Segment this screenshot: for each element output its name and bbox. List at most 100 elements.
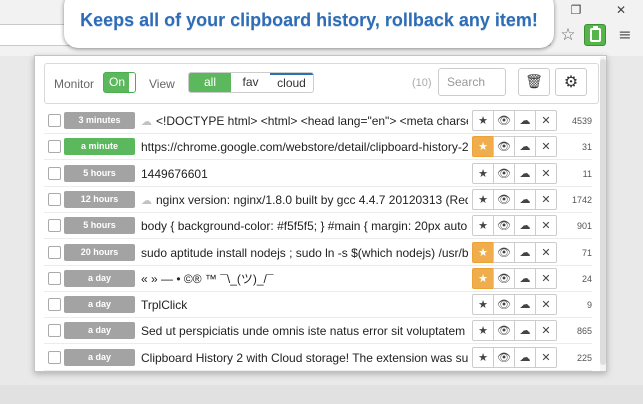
gear-icon[interactable]: ⚙ — [555, 68, 587, 96]
preview-eye-icon[interactable]: 👁 — [493, 267, 515, 289]
view-filter: all fav cloud — [188, 72, 314, 93]
history-row[interactable]: a day TrplClick ★ 👁 ☁ ✕ 9 — [44, 292, 592, 319]
delete-icon[interactable]: ✕ — [535, 241, 557, 263]
time-badge: a minute — [64, 138, 135, 156]
search-input[interactable] — [438, 68, 506, 96]
view-cloud-button[interactable]: cloud — [270, 73, 313, 92]
delete-icon[interactable]: ✕ — [535, 136, 557, 158]
preview-eye-icon[interactable]: 👁 — [493, 188, 515, 210]
delete-icon[interactable]: ✕ — [535, 162, 557, 184]
trash-icon[interactable]: 🗑 — [518, 68, 550, 96]
monitor-toggle-state: On — [108, 75, 125, 89]
clip-text[interactable]: body { background-color: #f5f5f5; } #mai… — [141, 213, 468, 239]
favorite-star-icon[interactable]: ★ — [472, 267, 494, 289]
delete-icon[interactable]: ✕ — [535, 294, 557, 316]
bookmark-star-icon[interactable]: ☆ — [557, 24, 579, 46]
preview-eye-icon[interactable]: 👁 — [493, 320, 515, 342]
preview-eye-icon[interactable]: 👁 — [493, 346, 515, 368]
history-row[interactable]: 12 hours ☁ nginx version: nginx/1.8.0 buil… — [44, 187, 592, 213]
clip-text[interactable]: ☁ nginx version: nginx/1.8.0 built by gcc… — [141, 187, 468, 213]
clip-text[interactable]: Sed ut perspiciatis unde omnis iste natu… — [141, 318, 468, 344]
favorite-star-icon[interactable]: ★ — [472, 241, 494, 263]
favorite-star-icon[interactable]: ★ — [472, 136, 494, 158]
preview-eye-icon[interactable]: 👁 — [493, 294, 515, 316]
scrollbar[interactable] — [600, 57, 606, 371]
view-all-button[interactable]: all — [189, 73, 231, 92]
clip-text-content: TrplClick — [141, 298, 188, 313]
history-row[interactable]: 3 minutes ☁ <!DOCTYPE html> <html> <head l… — [44, 108, 592, 134]
preview-eye-icon[interactable]: 👁 — [493, 136, 515, 158]
clip-text-content: « » — • ©® ™ ¯\_(ツ)_/¯ — [141, 271, 274, 286]
clip-text[interactable]: ☁ <!DOCTYPE html> <html> <head lang="en">… — [141, 108, 468, 134]
cloud-upload-icon[interactable]: ☁ — [514, 241, 536, 263]
favorite-star-icon[interactable]: ★ — [472, 215, 494, 237]
close-window-icon[interactable]: ✕ — [610, 2, 632, 18]
row-checkbox[interactable] — [48, 219, 61, 233]
monitor-toggle[interactable]: On — [103, 72, 136, 93]
cloud-upload-icon[interactable]: ☁ — [514, 136, 536, 158]
history-row[interactable]: 20 hours sudo aptitude install nodejs ; s… — [44, 240, 592, 266]
delete-icon[interactable]: ✕ — [535, 267, 557, 289]
history-row[interactable]: a day Sed ut perspiciatis unde omnis iste… — [44, 318, 592, 345]
view-label: View — [149, 77, 175, 91]
row-checkbox[interactable] — [48, 324, 61, 338]
favorite-star-icon[interactable]: ★ — [472, 188, 494, 210]
history-row[interactable]: a day « » — • ©® ™ ¯\_(ツ)_/¯ ★ 👁 ☁ ✕ 24 — [44, 266, 592, 292]
item-count: (10) — [412, 77, 432, 89]
cloud-upload-icon[interactable]: ☁ — [514, 188, 536, 210]
row-checkbox[interactable] — [48, 245, 61, 259]
clip-size: 9 — [586, 300, 592, 311]
cloud-upload-icon[interactable]: ☁ — [514, 320, 536, 342]
history-row[interactable]: a minute https://chrome.google.com/websto… — [44, 134, 592, 161]
delete-icon[interactable]: ✕ — [535, 188, 557, 210]
delete-icon[interactable]: ✕ — [535, 215, 557, 237]
favorite-star-icon[interactable]: ★ — [472, 346, 494, 368]
cloud-upload-icon[interactable]: ☁ — [514, 267, 536, 289]
time-badge: 12 hours — [64, 190, 135, 208]
cloud-icon: ☁ — [141, 115, 152, 128]
delete-icon[interactable]: ✕ — [535, 110, 557, 131]
favorite-star-icon[interactable]: ★ — [472, 162, 494, 184]
row-checkbox[interactable] — [48, 166, 61, 180]
history-row[interactable]: 5 hours body { background-color: #f5f5f5;… — [44, 213, 592, 240]
preview-eye-icon[interactable]: 👁 — [493, 215, 515, 237]
clip-text[interactable]: https://chrome.google.com/webstore/detai… — [141, 134, 468, 160]
history-row[interactable]: a day Clipboard History 2 with Cloud stor… — [44, 345, 592, 371]
clip-text-content: sudo aptitude install nodejs ; sudo ln -… — [141, 245, 468, 260]
favorite-star-icon[interactable]: ★ — [472, 320, 494, 342]
preview-eye-icon[interactable]: 👁 — [493, 241, 515, 263]
toggle-knob — [129, 73, 135, 92]
scrollbar-thumb[interactable] — [600, 59, 606, 365]
row-checkbox[interactable] — [48, 298, 61, 312]
row-checkbox[interactable] — [48, 192, 61, 206]
clip-text[interactable]: « » — • ©® ™ ¯\_(ツ)_/¯ — [141, 266, 468, 292]
cloud-upload-icon[interactable]: ☁ — [514, 215, 536, 237]
cloud-upload-icon[interactable]: ☁ — [514, 294, 536, 316]
clip-text[interactable]: sudo aptitude install nodejs ; sudo ln -… — [141, 240, 468, 266]
cloud-upload-icon[interactable]: ☁ — [514, 110, 536, 131]
clip-text[interactable]: Clipboard History 2 with Cloud storage! … — [141, 345, 468, 371]
row-checkbox[interactable] — [48, 271, 61, 285]
browser-page-area — [0, 385, 643, 404]
history-row[interactable]: 5 hours 1449676601 ★ 👁 ☁ ✕ 11 — [44, 161, 592, 187]
row-checkbox[interactable] — [48, 140, 61, 154]
row-checkbox[interactable] — [48, 114, 61, 127]
cloud-upload-icon[interactable]: ☁ — [514, 162, 536, 184]
clip-text[interactable]: TrplClick — [141, 292, 468, 318]
delete-icon[interactable]: ✕ — [535, 346, 557, 368]
clip-text[interactable]: 1449676601 — [141, 161, 468, 187]
cloud-upload-icon[interactable]: ☁ — [514, 346, 536, 368]
preview-eye-icon[interactable]: 👁 — [493, 162, 515, 184]
browser-menu-icon[interactable]: ≡ — [614, 24, 636, 46]
favorite-star-icon[interactable]: ★ — [472, 110, 494, 131]
clip-text-content: <!DOCTYPE html> <html> <head lang="en"> … — [156, 114, 468, 128]
favorite-star-icon[interactable]: ★ — [472, 294, 494, 316]
view-fav-button[interactable]: fav — [231, 73, 270, 92]
restore-window-icon[interactable]: ❐ — [565, 2, 587, 18]
row-checkbox[interactable] — [48, 350, 61, 364]
clipboard-history-popup: Monitor On View all fav cloud (10) 🗑 ⚙ 3… — [34, 55, 607, 372]
delete-icon[interactable]: ✕ — [535, 320, 557, 342]
clipboard-extension-button[interactable] — [584, 24, 606, 46]
clip-size: 31 — [581, 142, 592, 153]
preview-eye-icon[interactable]: 👁 — [493, 110, 515, 131]
